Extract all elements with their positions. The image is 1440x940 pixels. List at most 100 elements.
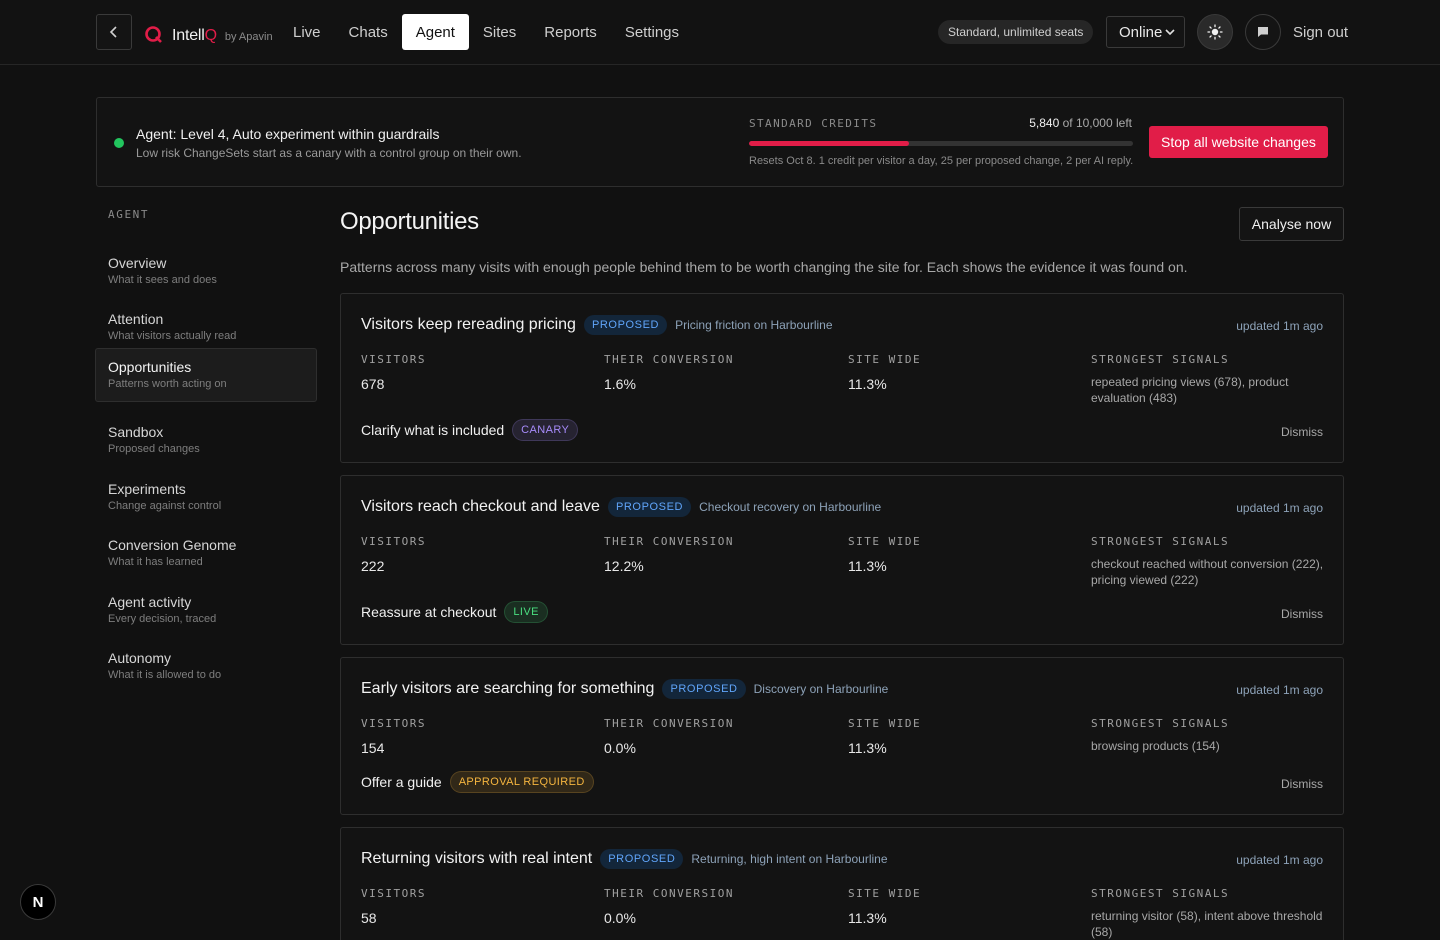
action-label[interactable]: Offer a guide (361, 774, 442, 790)
brand-logo[interactable]: IntellQ by Apavin (144, 20, 273, 45)
stat-label-their-conversion: THEIR CONVERSION (604, 353, 734, 366)
sidebar-item-label: Autonomy (108, 650, 172, 666)
nav-settings[interactable]: Settings (611, 14, 693, 50)
stat-label-visitors: VISITORS (361, 887, 426, 900)
strongest-signals-value: checkout reached without conversion (222… (1091, 557, 1324, 587)
sidebar-item-label: Attention (108, 311, 164, 327)
opportunity-card: Visitors reach checkout and leave PROPOSE… (340, 475, 1344, 645)
sidebar-item-description: Proposed changes (108, 443, 200, 455)
stat-label-signals: STRONGEST SIGNALS (1091, 717, 1230, 730)
dismiss-button[interactable]: Dismiss (1281, 777, 1323, 791)
sidebar-item-label: Sandbox (108, 424, 164, 440)
stat-value-site-wide: 11.3% (848, 910, 887, 926)
plan-badge: Standard, unlimited seats (938, 20, 1094, 44)
dismiss-button[interactable]: Dismiss (1281, 607, 1323, 621)
sidebar-item-overview[interactable]: Overview What it sees and does (95, 244, 317, 298)
stat-label-site-wide: SITE WIDE (848, 717, 922, 730)
nav-chats[interactable]: Chats (335, 14, 402, 50)
brand-byline: by Apavin (224, 31, 273, 43)
sidebar-item-conversion-genome[interactable]: Conversion Genome What it has learned (95, 526, 317, 580)
updated-timestamp: updated 1m ago (1236, 853, 1323, 867)
opportunity-title[interactable]: Visitors keep rereading pricing (361, 316, 576, 334)
sun-icon (1207, 24, 1223, 40)
credits-label: STANDARD CREDITS (749, 117, 878, 130)
stat-label-visitors: VISITORS (361, 535, 426, 548)
status-select[interactable]: Online (1106, 16, 1185, 48)
back-button[interactable] (96, 14, 132, 50)
status-value: Online (1119, 23, 1163, 41)
nav-sites[interactable]: Sites (469, 14, 530, 50)
strongest-signals-value: browsing products (154) (1091, 739, 1220, 753)
suggested-action: Offer a guide APPROVAL REQUIRED (361, 771, 594, 793)
opportunity-context: Discovery on Harbourline (753, 682, 889, 696)
opportunity-context: Checkout recovery on Harbourline (699, 500, 882, 514)
chat-button[interactable] (1245, 14, 1281, 50)
agent-level-description: Low risk ChangeSets start as a canary wi… (136, 146, 522, 160)
action-status-badge: CANARY (512, 419, 579, 441)
stat-value-their-conversion: 12.2% (604, 558, 644, 574)
action-label[interactable]: Reassure at checkout (361, 604, 496, 620)
dismiss-button[interactable]: Dismiss (1281, 425, 1323, 439)
sidebar-item-attention[interactable]: Attention What visitors actually read (95, 300, 317, 354)
action-label[interactable]: Clarify what is included (361, 422, 504, 438)
credits-remaining: 5,840 of 10,000 left (1029, 116, 1132, 130)
opportunity-header: Visitors reach checkout and leave PROPOSE… (361, 497, 881, 517)
stat-label-their-conversion: THEIR CONVERSION (604, 717, 734, 730)
page-intro: Patterns across many visits with enough … (340, 259, 1188, 275)
stat-label-signals: STRONGEST SIGNALS (1091, 353, 1230, 366)
opportunity-title[interactable]: Early visitors are searching for somethi… (361, 680, 654, 698)
sidebar-item-description: What it is allowed to do (108, 669, 222, 681)
opportunity-title[interactable]: Returning visitors with real intent (361, 850, 592, 868)
opportunity-context: Returning, high intent on Harbourline (691, 852, 888, 866)
sidebar-item-label: Experiments (108, 481, 186, 497)
nav-agent[interactable]: Agent (401, 14, 469, 50)
stat-label-their-conversion: THEIR CONVERSION (604, 535, 734, 548)
sidebar-item-opportunities[interactable]: Opportunities Patterns worth acting on (95, 348, 317, 402)
updated-timestamp: updated 1m ago (1236, 501, 1323, 515)
credits-progress-fill (749, 141, 909, 146)
credits-note: Resets Oct 8. 1 credit per visitor a day… (749, 155, 1134, 167)
chevron-left-icon (109, 26, 117, 38)
opportunity-header: Early visitors are searching for somethi… (361, 679, 888, 699)
opportunity-context: Pricing friction on Harbourline (675, 318, 833, 332)
sidebar-item-agent-activity[interactable]: Agent activity Every decision, traced (95, 583, 317, 637)
status-badge: PROPOSED (600, 849, 684, 869)
top-bar: IntellQ by Apavin Live Chats Agent Sites Rep… (0, 0, 1440, 65)
credits-progress-bar (749, 141, 1133, 146)
agent-active-dot (114, 138, 124, 148)
theme-toggle-button[interactable] (1197, 14, 1233, 50)
action-status-badge: APPROVAL REQUIRED (449, 771, 594, 793)
opportunity-header: Returning visitors with real intent PROPO… (361, 849, 888, 869)
stop-all-changes-button[interactable]: Stop all website changes (1149, 126, 1328, 158)
sidebar-item-label: Conversion Genome (108, 537, 237, 553)
agent-status-banner: Agent: Level 4, Auto experiment within g… (96, 97, 1344, 187)
updated-timestamp: updated 1m ago (1236, 319, 1323, 333)
sidebar-item-sandbox[interactable]: Sandbox Proposed changes (95, 413, 317, 467)
opportunity-card: Early visitors are searching for somethi… (340, 657, 1344, 815)
sidebar-item-experiments[interactable]: Experiments Change against control (95, 470, 317, 524)
logo-mark-icon (145, 26, 162, 43)
stat-label-signals: STRONGEST SIGNALS (1091, 535, 1230, 548)
sidebar-item-autonomy[interactable]: Autonomy What it is allowed to do (95, 639, 317, 693)
opportunity-card: Visitors keep rereading pricing PROPOSED P… (340, 293, 1344, 463)
analyse-now-button[interactable]: Analyse now (1239, 207, 1344, 241)
chat-bubble-icon (1258, 27, 1268, 37)
sidebar-item-description: What it sees and does (108, 274, 217, 286)
stat-value-visitors: 678 (361, 376, 385, 392)
nav-reports[interactable]: Reports (530, 14, 611, 50)
page-title: Opportunities (340, 208, 479, 235)
action-status-badge: LIVE (504, 601, 548, 623)
stat-value-their-conversion: 0.0% (604, 910, 636, 926)
opportunity-title[interactable]: Visitors reach checkout and leave (361, 498, 600, 516)
sign-out-link[interactable]: Sign out (1293, 24, 1348, 41)
opportunity-header: Visitors keep rereading pricing PROPOSED P… (361, 315, 833, 335)
suggested-action: Reassure at checkout LIVE (361, 601, 548, 623)
stat-value-site-wide: 11.3% (848, 558, 887, 574)
stat-value-visitors: 154 (361, 740, 385, 756)
stat-label-signals: STRONGEST SIGNALS (1091, 887, 1230, 900)
status-badge: PROPOSED (607, 497, 692, 517)
status-badge: PROPOSED (662, 679, 746, 699)
dev-tools-button[interactable]: N (20, 884, 56, 920)
nav-live[interactable]: Live (279, 14, 335, 50)
sidebar-item-label: Overview (108, 255, 167, 271)
